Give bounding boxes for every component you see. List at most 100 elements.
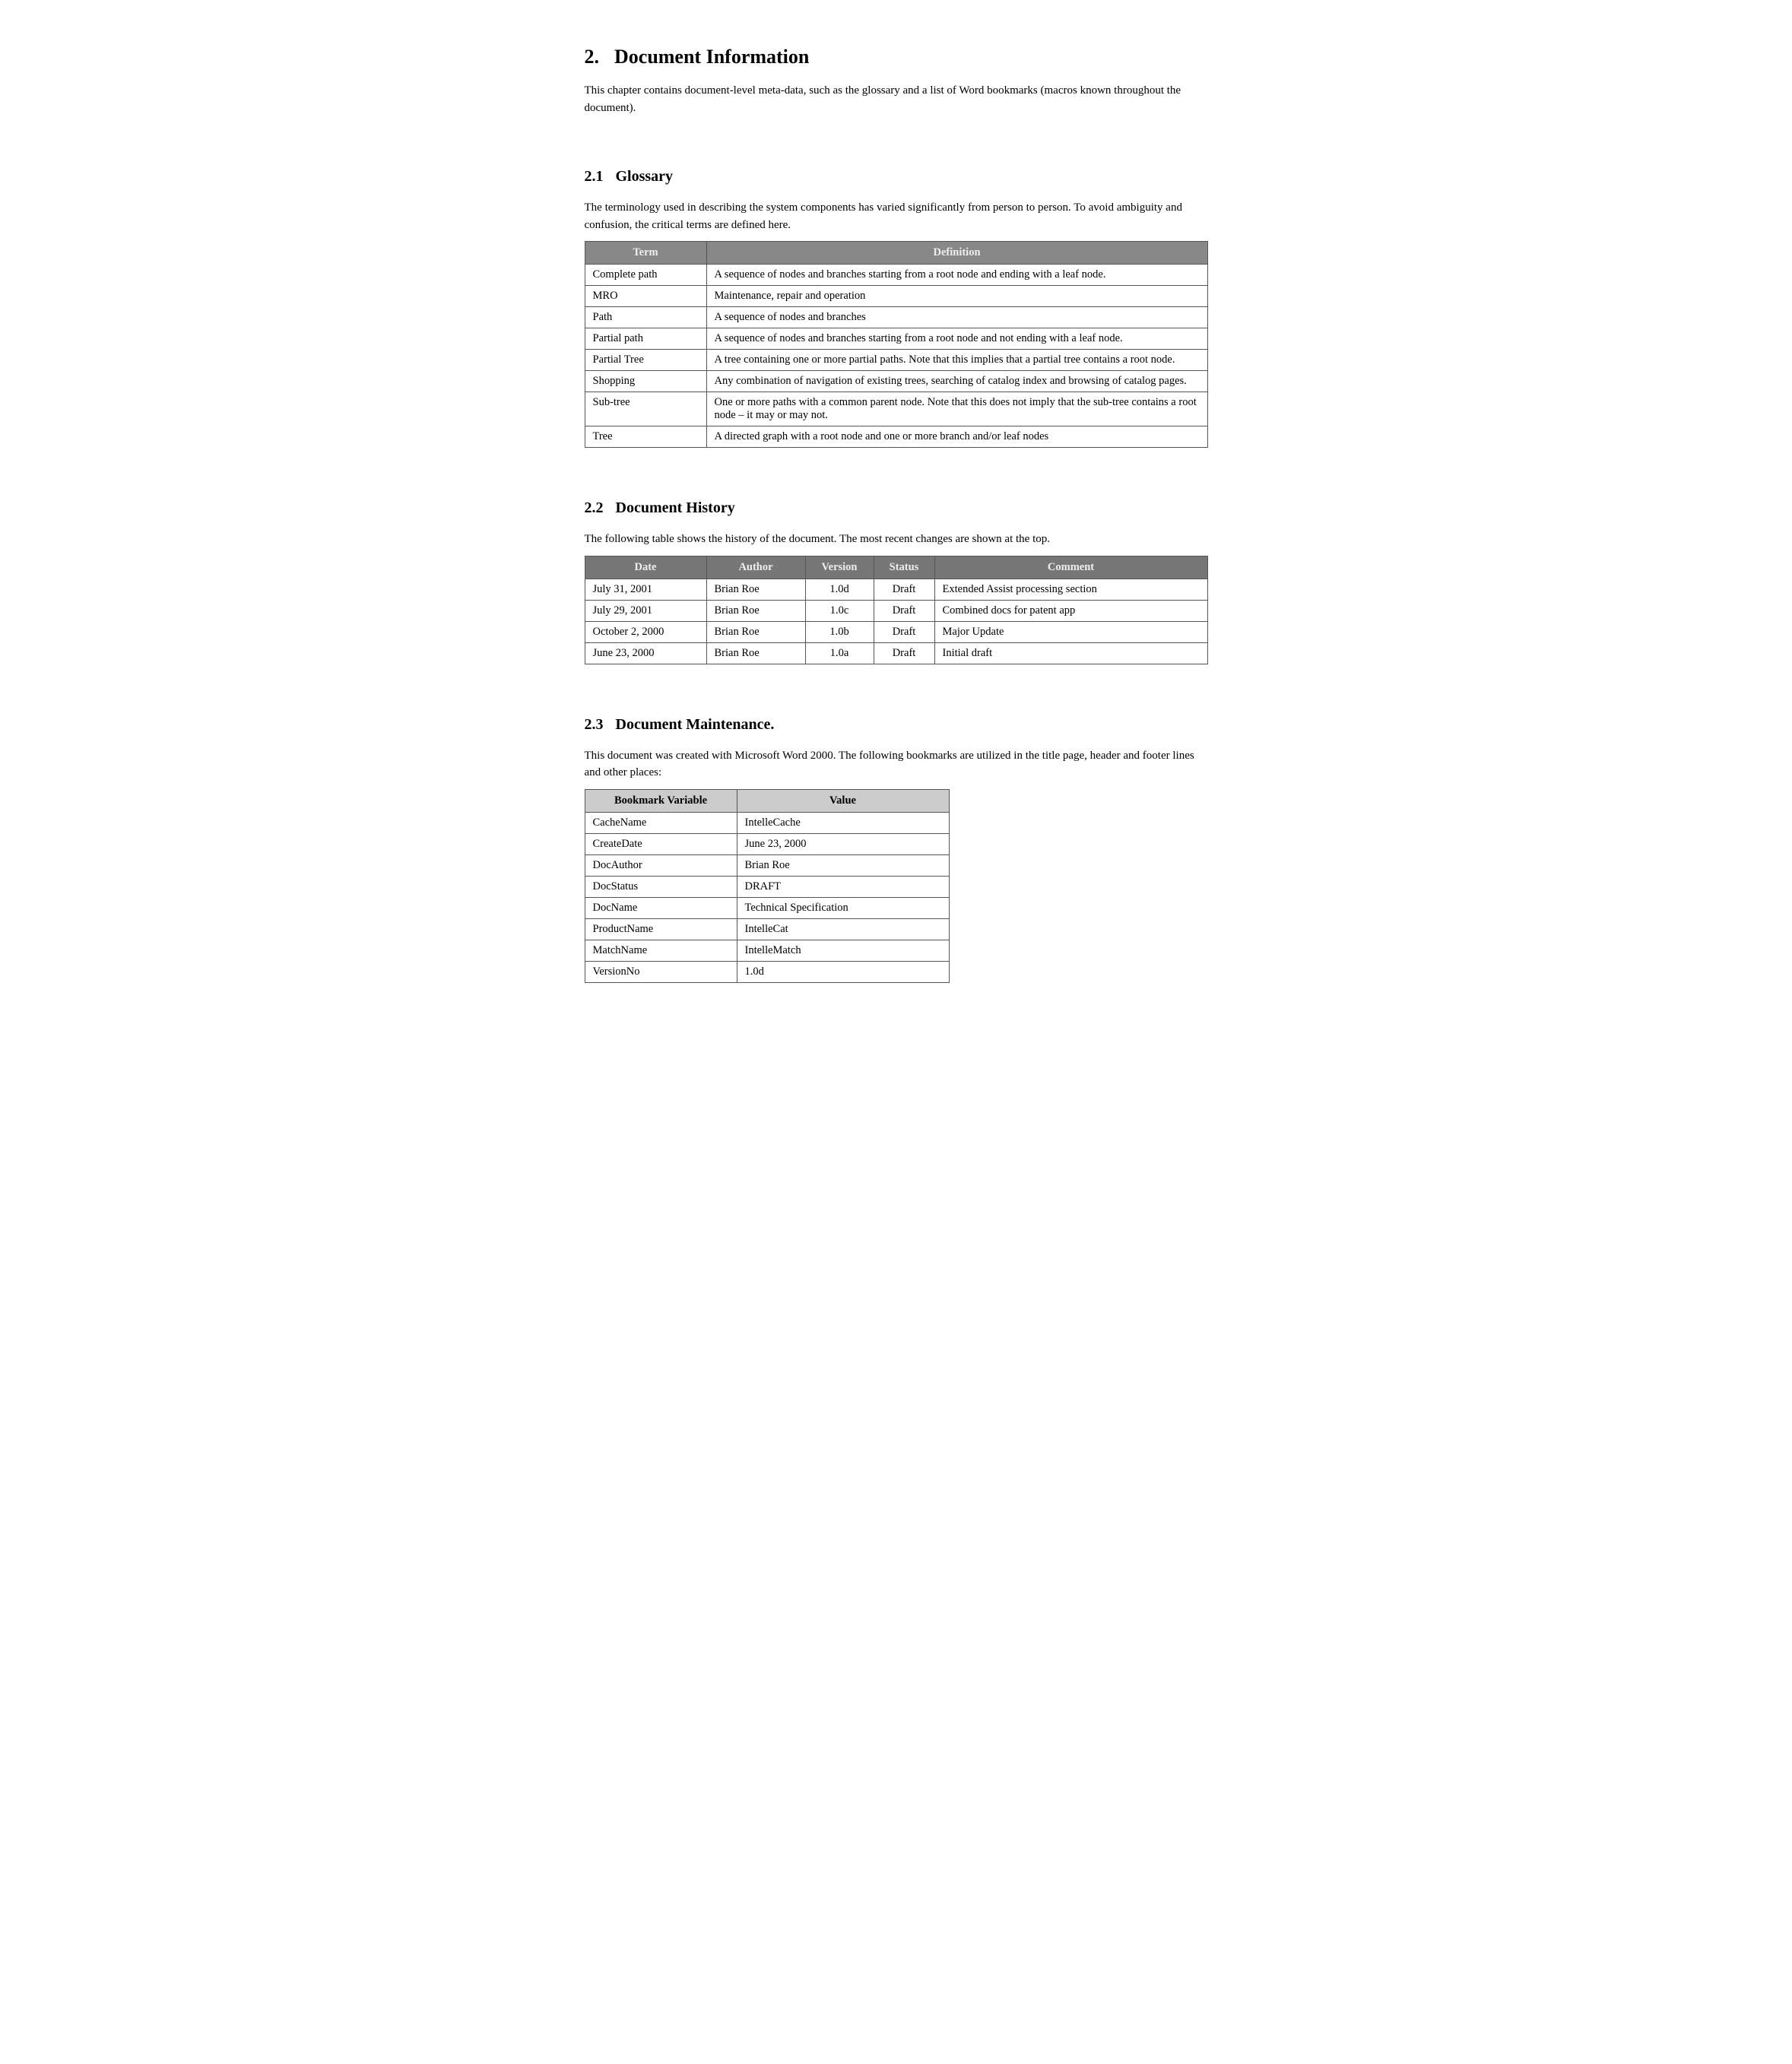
history-date: June 23, 2000 <box>585 642 706 664</box>
history-version: 1.0d <box>805 579 874 600</box>
history-status: Draft <box>874 600 934 621</box>
history-intro: The following table shows the history of… <box>585 531 1208 548</box>
glossary-intro: The terminology used in describing the s… <box>585 199 1208 233</box>
glossary-definition: A sequence of nodes and branches <box>706 307 1207 328</box>
history-version: 1.0b <box>805 621 874 642</box>
subsection-2-number: 2.2 <box>585 499 604 517</box>
subsection-1-heading: 2.1 Glossary <box>585 141 1208 193</box>
bookmark-row: MatchNameIntelleMatch <box>585 940 949 961</box>
glossary-definition: A tree containing one or more partial pa… <box>706 350 1207 371</box>
section-title: Document Information <box>614 46 809 68</box>
history-comment: Initial draft <box>934 642 1207 664</box>
bookmark-variable: MatchName <box>585 940 737 961</box>
history-row: July 31, 2001Brian Roe1.0dDraftExtended … <box>585 579 1207 600</box>
history-date: July 29, 2001 <box>585 600 706 621</box>
glossary-row: ShoppingAny combination of navigation of… <box>585 371 1207 392</box>
bookmark-row: DocNameTechnical Specification <box>585 897 949 918</box>
bookmark-value: IntelleMatch <box>737 940 949 961</box>
glossary-term: Shopping <box>585 371 706 392</box>
history-status: Draft <box>874 642 934 664</box>
bookmark-row: CreateDateJune 23, 2000 <box>585 833 949 854</box>
glossary-header-term: Term <box>585 242 706 265</box>
bookmark-value: DRAFT <box>737 876 949 897</box>
history-table: DateAuthorVersionStatusComment July 31, … <box>585 556 1208 664</box>
section-intro: This chapter contains document-level met… <box>585 82 1208 116</box>
glossary-header-definition: Definition <box>706 242 1207 265</box>
glossary-term: Complete path <box>585 265 706 286</box>
glossary-table: Term Definition Complete pathA sequence … <box>585 241 1208 448</box>
bookmark-row: CacheNameIntelleCache <box>585 812 949 833</box>
bookmark-value: IntelleCache <box>737 812 949 833</box>
bookmark-header-variable: Bookmark Variable <box>585 789 737 812</box>
glossary-row: Partial TreeA tree containing one or mor… <box>585 350 1207 371</box>
history-status: Draft <box>874 579 934 600</box>
bookmark-value: IntelleCat <box>737 918 949 940</box>
history-header: Date <box>585 556 706 579</box>
glossary-definition: A directed graph with a root node and on… <box>706 426 1207 448</box>
glossary-term: MRO <box>585 286 706 307</box>
glossary-row: MROMaintenance, repair and operation <box>585 286 1207 307</box>
bookmark-header-value: Value <box>737 789 949 812</box>
history-author: Brian Roe <box>706 642 805 664</box>
history-author: Brian Roe <box>706 600 805 621</box>
bookmark-value: June 23, 2000 <box>737 833 949 854</box>
subsection-3-number: 2.3 <box>585 716 604 734</box>
history-version: 1.0a <box>805 642 874 664</box>
glossary-definition: A sequence of nodes and branches startin… <box>706 328 1207 350</box>
history-row: October 2, 2000Brian Roe1.0bDraftMajor U… <box>585 621 1207 642</box>
subsection-2-title: Document History <box>616 499 735 517</box>
section-number: 2. <box>585 46 600 68</box>
subsection-2-heading: 2.2 Document History <box>585 472 1208 525</box>
glossary-row: TreeA directed graph with a root node an… <box>585 426 1207 448</box>
bookmark-variable: CacheName <box>585 812 737 833</box>
history-header: Comment <box>934 556 1207 579</box>
glossary-term: Tree <box>585 426 706 448</box>
subsection-3-heading: 2.3 Document Maintenance. <box>585 689 1208 741</box>
bookmark-variable: DocName <box>585 897 737 918</box>
bookmark-value: Brian Roe <box>737 854 949 876</box>
subsection-1-title: Glossary <box>616 168 674 185</box>
bookmark-variable: DocAuthor <box>585 854 737 876</box>
history-header: Version <box>805 556 874 579</box>
glossary-term: Partial Tree <box>585 350 706 371</box>
glossary-row: PathA sequence of nodes and branches <box>585 307 1207 328</box>
history-version: 1.0c <box>805 600 874 621</box>
history-author: Brian Roe <box>706 621 805 642</box>
glossary-row: Partial pathA sequence of nodes and bran… <box>585 328 1207 350</box>
history-header: Author <box>706 556 805 579</box>
glossary-definition: Any combination of navigation of existin… <box>706 371 1207 392</box>
glossary-definition: Maintenance, repair and operation <box>706 286 1207 307</box>
glossary-definition: A sequence of nodes and branches startin… <box>706 265 1207 286</box>
bookmark-variable: VersionNo <box>585 961 737 982</box>
history-comment: Major Update <box>934 621 1207 642</box>
history-row: June 23, 2000Brian Roe1.0aDraftInitial d… <box>585 642 1207 664</box>
glossary-definition: One or more paths with a common parent n… <box>706 392 1207 426</box>
bookmark-row: DocStatusDRAFT <box>585 876 949 897</box>
history-comment: Extended Assist processing section <box>934 579 1207 600</box>
glossary-row: Sub-treeOne or more paths with a common … <box>585 392 1207 426</box>
bookmark-value: Technical Specification <box>737 897 949 918</box>
history-row: July 29, 2001Brian Roe1.0cDraftCombined … <box>585 600 1207 621</box>
bookmark-variable: CreateDate <box>585 833 737 854</box>
bookmark-row: ProductNameIntelleCat <box>585 918 949 940</box>
glossary-term: Partial path <box>585 328 706 350</box>
history-date: July 31, 2001 <box>585 579 706 600</box>
subsection-3-title: Document Maintenance. <box>616 716 775 734</box>
history-date: October 2, 2000 <box>585 621 706 642</box>
glossary-term: Sub-tree <box>585 392 706 426</box>
history-header: Status <box>874 556 934 579</box>
subsection-1-number: 2.1 <box>585 168 604 185</box>
maintenance-intro: This document was created with Microsoft… <box>585 747 1208 782</box>
section-heading: 2. Document Information <box>585 46 1208 76</box>
bookmark-value: 1.0d <box>737 961 949 982</box>
bookmark-row: VersionNo1.0d <box>585 961 949 982</box>
glossary-row: Complete pathA sequence of nodes and bra… <box>585 265 1207 286</box>
bookmark-table: Bookmark Variable Value CacheNameIntelle… <box>585 789 950 983</box>
bookmark-variable: DocStatus <box>585 876 737 897</box>
bookmark-variable: ProductName <box>585 918 737 940</box>
history-comment: Combined docs for patent app <box>934 600 1207 621</box>
history-author: Brian Roe <box>706 579 805 600</box>
history-status: Draft <box>874 621 934 642</box>
bookmark-row: DocAuthorBrian Roe <box>585 854 949 876</box>
glossary-term: Path <box>585 307 706 328</box>
